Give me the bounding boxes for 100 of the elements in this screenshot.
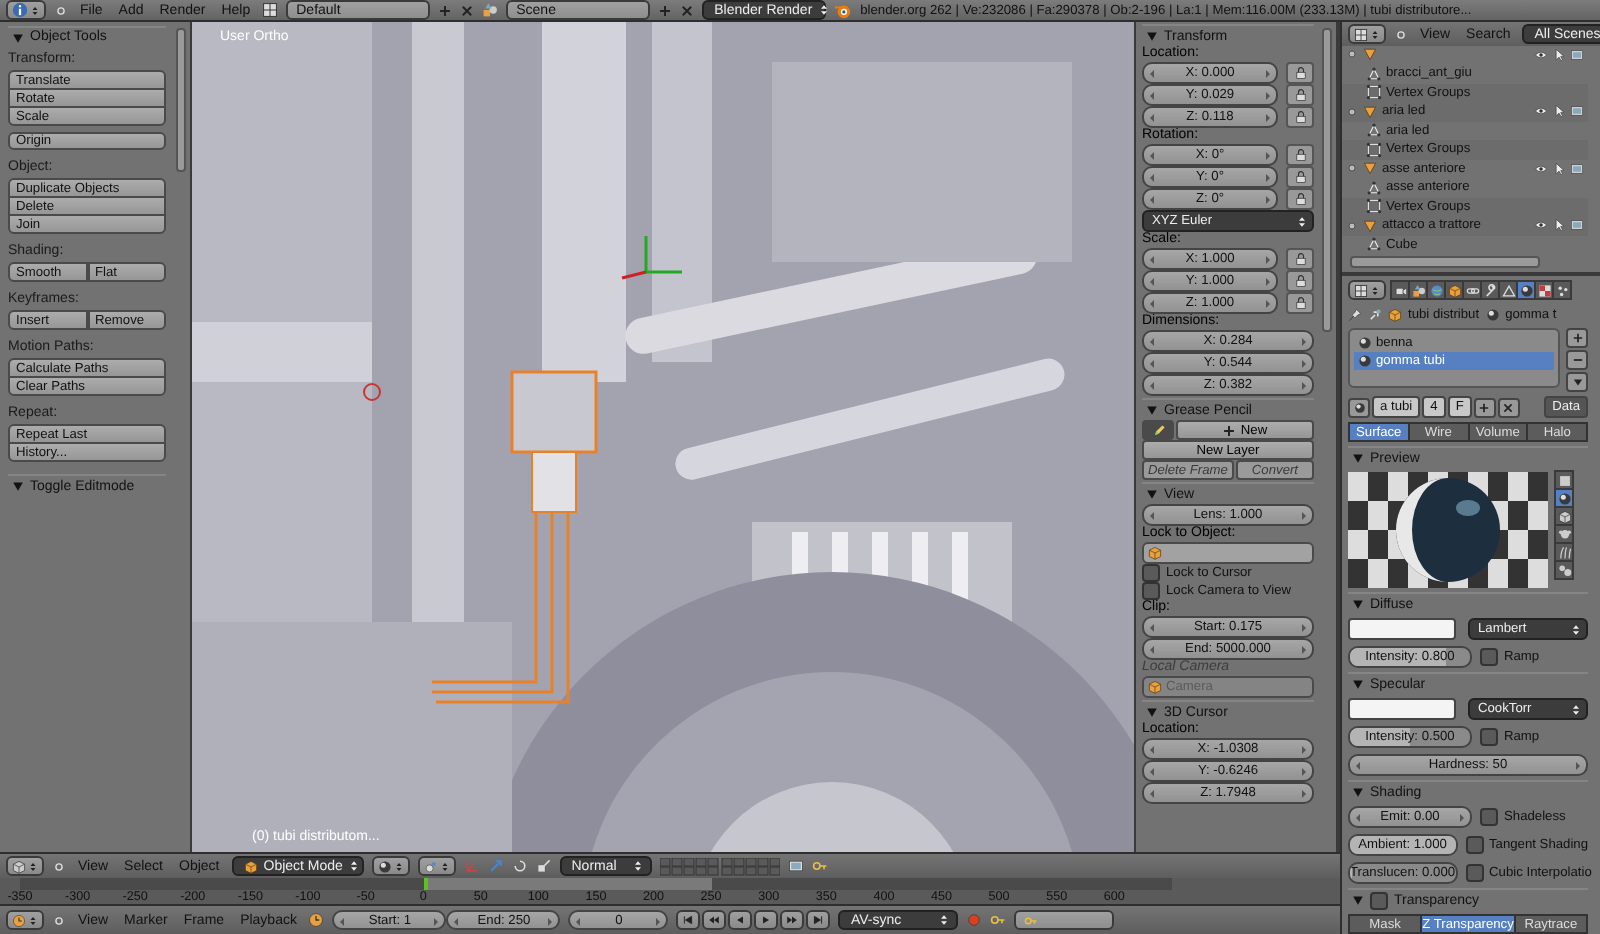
context-tab[interactable] [1408,280,1428,300]
editor-type-button[interactable] [6,0,46,20]
render-icon[interactable] [1570,47,1584,62]
pivot-icon [423,859,438,873]
playback-button[interactable] [702,910,727,930]
editor-type-button[interactable] [6,910,44,930]
sphere-icon [1353,401,1365,413]
eye-icon[interactable] [1534,218,1548,233]
color-swatch[interactable] [1348,698,1456,720]
pin-icon[interactable] [1348,307,1362,321]
eye-icon[interactable] [1534,47,1548,62]
pointer-icon[interactable] [1552,218,1566,233]
scrollbar[interactable] [1350,256,1540,268]
up-down-arrows-icon [28,915,38,925]
editor-type-button[interactable] [6,856,44,876]
camera-icon [1393,283,1407,297]
checkbox[interactable] [1480,728,1498,746]
playback-button[interactable] [780,910,805,930]
pointer-icon[interactable] [1552,47,1566,62]
close-icon[interactable] [680,3,695,17]
close-icon[interactable] [460,3,475,17]
key-icon[interactable] [990,912,1007,928]
checkbox[interactable] [1142,564,1160,582]
dot-icon[interactable] [52,859,66,873]
pointer-icon[interactable] [1552,104,1566,119]
unlink-material-button[interactable] [1497,397,1520,417]
checkbox[interactable] [1370,891,1388,909]
checkbox[interactable] [1480,648,1498,666]
clock-icon[interactable] [308,912,325,928]
lock-button[interactable] [1286,84,1314,106]
playback-button[interactable] [754,910,779,930]
playback-button[interactable] [676,910,701,930]
preview-shape-button[interactable] [1554,470,1574,490]
context-tab[interactable] [1444,280,1464,300]
eye-icon[interactable] [1534,161,1548,176]
preview-shape-button[interactable] [1554,488,1574,508]
preview-shape-button[interactable] [1554,506,1574,526]
lock-button[interactable] [1286,106,1314,128]
context-tab[interactable] [1480,280,1500,300]
keying-set-field[interactable] [1014,910,1115,930]
scrollbar[interactable] [1322,28,1332,332]
eye-icon[interactable] [1534,104,1548,119]
editor-type-button[interactable] [1348,280,1386,300]
dot-icon[interactable] [1394,27,1408,41]
context-tab[interactable] [1534,280,1554,300]
scale-icon[interactable] [535,858,552,874]
slot-menu-button[interactable] [1566,372,1588,392]
render-icon[interactable] [1570,218,1584,233]
scene-icon[interactable] [482,2,499,18]
dot-icon[interactable] [52,913,66,927]
checkbox[interactable] [1465,864,1484,882]
playback-button[interactable] [806,910,831,930]
shading-dropdown[interactable] [371,856,410,876]
context-tab[interactable] [1516,280,1536,300]
expand-icon[interactable] [1346,162,1358,175]
plus-icon[interactable] [658,3,673,17]
pointer-icon[interactable] [1552,161,1566,176]
lock-button[interactable] [1286,62,1314,84]
preview-shape-button[interactable] [1554,560,1574,580]
lock-button[interactable] [1286,188,1314,210]
render-icon[interactable] [1570,161,1584,176]
editor-type-button[interactable] [1348,24,1386,44]
lock-button[interactable] [1286,144,1314,166]
scrollbar[interactable] [176,28,186,172]
expand-icon[interactable] [1346,219,1358,232]
plus-icon[interactable] [438,3,453,17]
context-tab[interactable] [1552,280,1572,300]
object-field[interactable] [1142,542,1314,564]
expand-icon[interactable] [1346,105,1358,118]
button[interactable] [1142,420,1174,440]
add-slot-button[interactable] [1566,328,1588,348]
context-tab[interactable] [1390,280,1410,300]
context-tab[interactable] [1462,280,1482,300]
render-icon[interactable] [787,858,804,874]
lock-button[interactable] [1286,248,1314,270]
lock-button[interactable] [1286,292,1314,314]
key-icon[interactable] [811,858,828,874]
checkbox[interactable] [1142,582,1160,600]
new-material-button[interactable] [1473,397,1496,417]
window-layout-icon[interactable] [262,2,279,18]
pivot-dropdown[interactable] [417,856,456,876]
color-swatch[interactable] [1348,618,1456,640]
lock-button[interactable] [1286,270,1314,292]
rotate-icon[interactable] [511,858,528,874]
browse-material-button[interactable] [1348,397,1370,417]
checkbox[interactable] [1465,836,1483,854]
remove-slot-button[interactable] [1566,350,1588,370]
checkbox[interactable] [1480,808,1498,826]
context-tab[interactable] [1426,280,1446,300]
clock-icon [12,913,26,927]
lock-button[interactable] [1286,166,1314,188]
preview-shape-button[interactable] [1554,542,1574,562]
context-tab[interactable] [1498,280,1518,300]
expand-icon[interactable] [1346,48,1358,61]
link-icon[interactable] [1368,307,1382,321]
dot-icon[interactable] [54,3,68,17]
up-down-arrows-icon [1296,215,1308,227]
playback-button[interactable] [728,910,753,930]
skip-end-icon [812,914,825,926]
render-icon[interactable] [1570,104,1584,119]
